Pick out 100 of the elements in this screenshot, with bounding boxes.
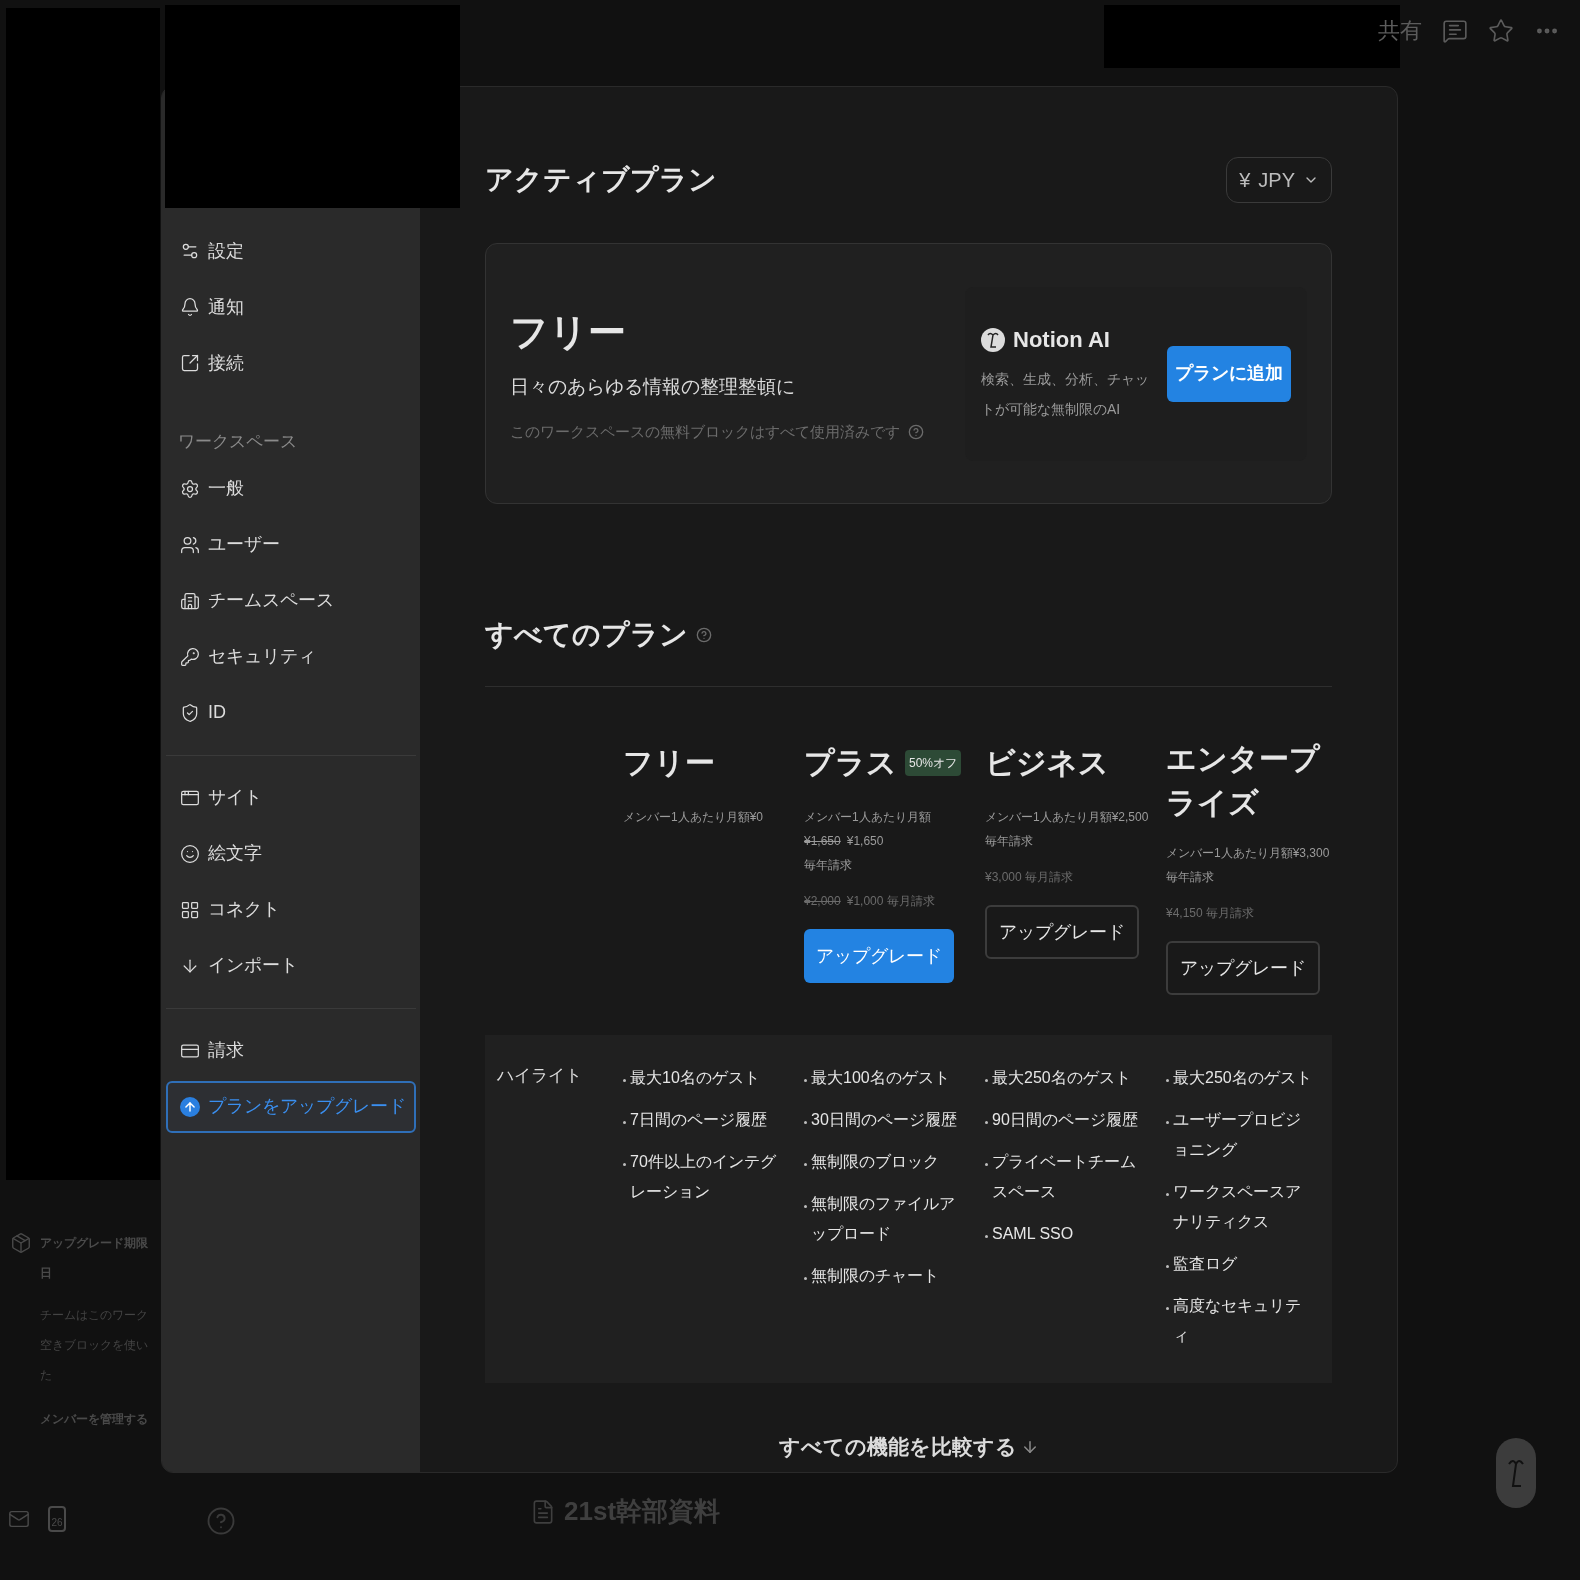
feature-text: 7日間のページ履歴 [630,1110,767,1130]
section-title: アクティブプラン [485,163,717,197]
plan-name: フリー [510,309,627,355]
feature-text: 高度なセキュリティ [1173,1296,1302,1346]
settings-nav-item[interactable]: 絵文字 [166,827,416,880]
price-text: メンバー1人あたり月額¥0 [623,809,765,826]
bullet-icon [623,1079,626,1082]
upgrade-button[interactable]: アップグレード [1166,941,1320,995]
price-text: メンバー1人あたり月額¥3,300 [1166,845,1331,862]
mail-icon[interactable] [8,1508,30,1530]
package-icon [10,1232,32,1254]
smiley-icon [180,843,200,864]
bullet-icon [985,1079,988,1082]
settings-nav-item[interactable]: 一般 [166,462,416,515]
feature-text: 90日間のページ履歴 [992,1110,1138,1130]
help-icon[interactable] [206,1506,236,1536]
currency-dropdown[interactable]: ¥ JPY [1226,157,1332,203]
feature-text: SAML SSO [992,1224,1074,1244]
feature-text: 無制限のファイルアップロード [811,1194,956,1244]
feature-text: 最大100名のゲスト [811,1068,950,1088]
feature-text: プライベートチームスペース [992,1152,1137,1202]
help-icon[interactable] [908,424,924,441]
discount-badge: 50%オフ [905,750,962,776]
settings-nav-item[interactable]: インポート [166,939,416,992]
add-to-plan-button[interactable]: プランに追加 [1167,345,1291,402]
bullet-icon [804,1205,807,1208]
price-text: メンバー1人あたり月額¥2,500 [985,809,1150,826]
upgrade-button[interactable]: アップグレード [804,929,954,983]
external-link-icon [180,353,200,373]
settings-nav-item[interactable]: 設定 [166,225,416,277]
bullet-icon [804,1277,807,1280]
usage-note: このワークスペースの無料ブロックはすべて使用済みです [510,422,900,442]
plan-name: フリー [623,745,715,781]
bullet-icon [1166,1307,1169,1310]
feature-text: 無制限のチャート [811,1266,939,1286]
sliders-icon [180,241,200,261]
plan-tagline: 日々のあらゆる情報の整理整頓に [510,374,796,399]
bullet-icon [985,1163,988,1166]
highlights-label: ハイライト [497,1066,582,1085]
settings-nav-item[interactable]: チームスペース [166,574,416,627]
star-icon[interactable] [1488,17,1514,44]
gear-icon [180,478,200,499]
bullet-icon [804,1163,807,1166]
feature-text: 70件以上のインテグレーション [630,1152,777,1202]
settings-nav-item[interactable]: 請求 [166,1024,416,1077]
bullet-icon [623,1121,626,1124]
settings-nav-item[interactable]: 接続 [166,337,416,389]
grid-icon [180,899,200,920]
feature-text: 30日間のページ履歴 [811,1110,957,1130]
settings-nav-item[interactable]: ID [166,686,416,739]
bullet-icon [804,1121,807,1124]
bullet-icon [623,1163,626,1166]
bell-icon [180,297,200,317]
ai-logo-icon [981,327,1005,352]
bullet-icon [1166,1265,1169,1268]
bullet-icon [985,1121,988,1124]
comment-icon[interactable] [1442,17,1468,44]
bullet-icon [804,1079,807,1082]
notice-title: アップグレード期限 日 [40,1235,148,1282]
addon-name: Notion AI [1013,326,1110,354]
assistant-button[interactable] [1496,1438,1536,1508]
price-text: 毎年請求 [985,833,1034,850]
price-text: 毎年請求 [1166,869,1215,886]
price-text: ¥1,650 ¥1,650 [804,833,885,850]
compare-features-link[interactable]: すべての機能を比較する [778,1431,1039,1463]
upgrade-button[interactable]: アップグレード [985,905,1139,959]
feature-text: 無制限のブロック [811,1152,939,1172]
price-text: ¥2,000 ¥1,000 毎月請求 [804,893,936,910]
plan-name: エンタープライズ [1166,741,1322,821]
plan-name: プラス [804,745,897,781]
building-icon [180,590,200,611]
shield-icon [180,702,200,723]
price-text: 毎年請求 [804,857,853,874]
users-icon [180,534,200,555]
price-text: メンバー1人あたり月額 [804,809,932,826]
settings-nav-item[interactable]: プランをアップグレード [166,1080,416,1133]
feature-text: 最大10名のゲスト [630,1068,760,1088]
feature-text: ユーザープロビジョニング [1173,1110,1302,1160]
addon-description: 検索、生成、分析、チャットが可能な無制限のAI [981,370,1150,419]
feature-text: 最大250名のゲスト [1173,1068,1312,1088]
feature-text: 最大250名のゲスト [992,1068,1131,1088]
bullet-icon [1166,1193,1169,1196]
settings-nav-item[interactable]: コネクト [166,883,416,936]
plan-name: ビジネス [985,745,1109,781]
bullet-icon [1166,1079,1169,1082]
arrow-up-icon [180,1096,200,1117]
section-title: すべてのプラン [485,618,688,652]
bullet-icon [985,1235,988,1238]
feature-text: 監査ログ [1173,1254,1237,1274]
help-icon[interactable] [696,627,712,643]
feature-text: ワークスペースアナリティクス [1173,1182,1302,1232]
section-heading: ワークスペース [177,431,298,453]
price-text: ¥3,000 毎月請求 [985,869,1075,886]
key-icon [180,646,200,667]
settings-nav-item[interactable]: セキュリティ [166,630,416,683]
settings-nav-item[interactable]: ユーザー [166,518,416,571]
settings-nav-item[interactable]: 通知 [166,281,416,333]
settings-nav-item[interactable]: サイト [166,771,416,824]
bullet-icon [1166,1121,1169,1124]
price-text: ¥4,150 毎月請求 [1166,905,1256,922]
